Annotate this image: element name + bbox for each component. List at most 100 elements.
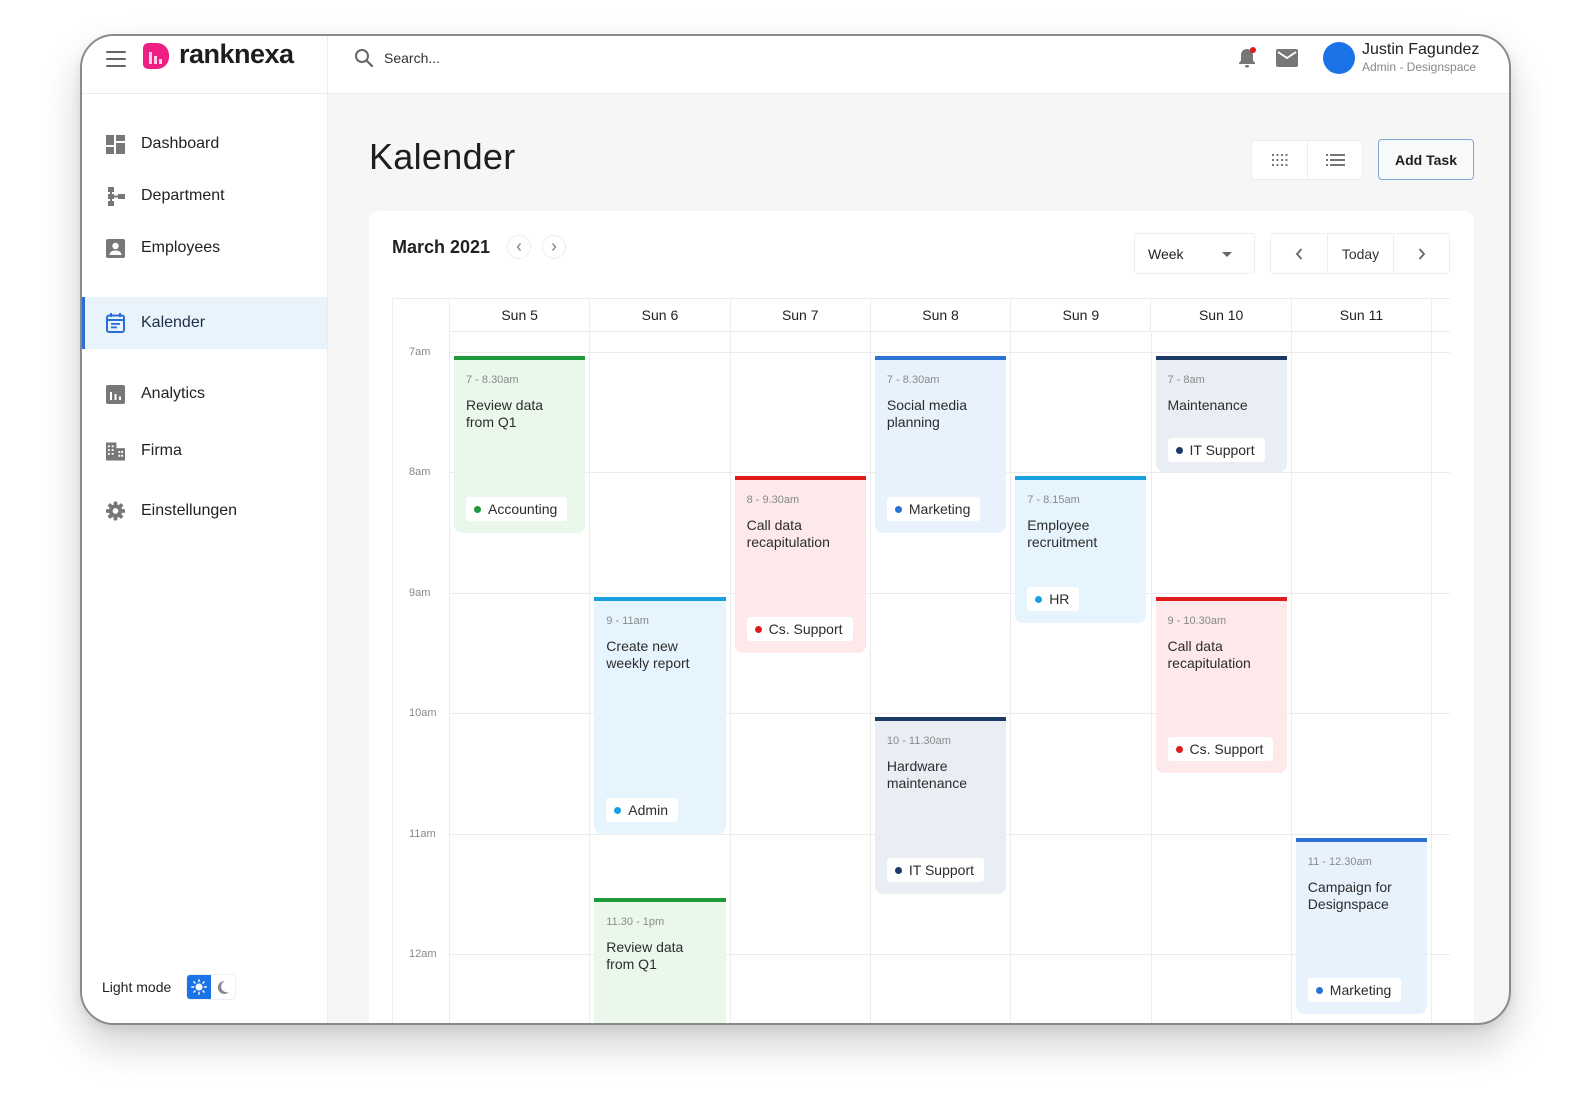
event-card[interactable]: 11.30 - 1pmReview data from Q1Accounting [594, 897, 726, 1023]
tag-label: IT Support [908, 861, 975, 878]
chevron-right-icon [551, 243, 557, 251]
day-header[interactable]: Sun 5 [450, 299, 591, 332]
building-icon [106, 441, 125, 461]
event-time: 7 - 8am [1167, 374, 1205, 386]
event-card[interactable]: 7 - 8.15am Employee recruitment HR [1015, 476, 1147, 623]
sidebar-item-employees[interactable]: Employees [82, 222, 327, 274]
mode-label: Light mode [102, 979, 172, 995]
mail-icon[interactable] [1276, 49, 1298, 67]
tag-label: Accounting [488, 500, 558, 517]
calendar-card: March 2021 Week Today Sun 5 Sun 6 Sun 7 … [369, 211, 1474, 1023]
department-icon [106, 186, 125, 206]
department-tag: IT Support [1167, 438, 1265, 463]
department-tag: Cs. Support [1167, 737, 1274, 762]
next-month-button[interactable] [542, 235, 566, 259]
event-title: Create new weekly report [606, 637, 690, 671]
column-divider [1150, 332, 1152, 1023]
tag-dot-icon [614, 806, 622, 814]
chevron-right-icon [1418, 247, 1425, 260]
tag-dot-icon [754, 625, 762, 633]
main-content: Kalender Add Task March 2021 Week Today … [329, 94, 1509, 1023]
dashboard-icon [106, 134, 125, 154]
sidebar-item-dashboard[interactable]: Dashboard [82, 118, 327, 170]
day-header[interactable]: Sun 8 [870, 299, 1012, 332]
user-role: Admin - Designspace [1362, 60, 1477, 74]
event-card[interactable]: 7 - 8am Maintenance IT Support [1155, 356, 1287, 473]
day-header[interactable]: Sun 7 [730, 299, 871, 332]
day-header-overflow [1432, 299, 1450, 332]
tag-label: Admin [628, 801, 668, 818]
event-time: 7 - 8.15am [1027, 494, 1080, 507]
sidebar-item-einstellungen[interactable]: Einstellungen [82, 485, 327, 537]
view-select-value: Week [1148, 245, 1184, 262]
employee-icon [106, 238, 125, 258]
event-card[interactable]: 9 - 11am Create new weekly report Admin [594, 596, 726, 834]
day-header[interactable]: Sun 10 [1151, 299, 1292, 332]
grid-view-button[interactable] [1252, 141, 1307, 179]
bell-icon[interactable] [1236, 46, 1258, 70]
event-card[interactable]: 8 - 9.30am Call data recapitulation Cs. Su… [734, 476, 866, 653]
chevron-left-icon [1295, 247, 1303, 260]
column-divider [589, 332, 591, 1023]
department-tag: Marketing [886, 496, 981, 521]
department-tag: HR [1027, 586, 1080, 611]
sidebar-item-label: Employees [141, 239, 221, 256]
avatar[interactable] [1323, 42, 1355, 74]
event-title: Hardware maintenance [886, 758, 968, 792]
grid-view-icon [1271, 154, 1287, 166]
add-task-button[interactable]: Add Task [1378, 139, 1474, 180]
chevron-left-icon [516, 243, 522, 251]
event-card[interactable]: 11 - 12.30am Campaign for Designspace Mark… [1295, 837, 1428, 1015]
event-card[interactable]: 9 - 10.30am Call data recapitulation Cs. S… [1155, 596, 1287, 774]
logo-icon [143, 43, 169, 69]
tag-label: HR [1049, 590, 1070, 607]
list-view-button[interactable] [1307, 141, 1362, 179]
gear-icon [106, 501, 125, 521]
today-button[interactable]: Today [1327, 234, 1393, 273]
brand-name: ranknexa [179, 39, 294, 69]
event-time: 8 - 9.30am [746, 494, 800, 507]
hour-line [450, 352, 1450, 353]
sidebar-item-department[interactable]: Department [82, 170, 327, 222]
theme-toggle[interactable] [187, 975, 236, 999]
event-card[interactable]: 7 - 8.30am Review data from Q1 Accounting [454, 356, 586, 533]
search-input[interactable] [384, 50, 684, 66]
sidebar-item-analytics[interactable]: Analytics [82, 368, 327, 420]
day-header[interactable]: Sun 6 [590, 299, 731, 332]
week-grid: Sun 5 Sun 6 Sun 7 Sun 8 Sun 9 Sun 10 Sun 11 7am… [392, 298, 1450, 1023]
hour-label: 7am [409, 346, 431, 358]
date-navigation: Today [1270, 233, 1450, 274]
department-tag: Marketing [1307, 978, 1402, 1003]
event-card[interactable]: 10 - 11.30am Hardware maintenance IT Suppo… [874, 717, 1007, 894]
tag-dot-icon [1175, 746, 1183, 754]
sidebar-item-firma[interactable]: Firma [82, 425, 327, 477]
sidebar-item-label: Einstellungen [141, 502, 238, 519]
prev-week-button[interactable] [1271, 234, 1327, 273]
light-mode-button[interactable] [187, 975, 212, 999]
day-header[interactable]: Sun 9 [1011, 299, 1152, 332]
sidebar-item-kalender[interactable]: Kalender [82, 297, 327, 349]
app-window: ranknexa Justin Fagundez Admin - Designs… [80, 34, 1511, 1025]
event-title: Call data recapitulation [1167, 637, 1251, 671]
dark-mode-button[interactable] [211, 975, 235, 999]
sun-icon [191, 979, 208, 995]
prev-month-button[interactable] [507, 235, 531, 259]
department-tag: Admin [606, 797, 678, 822]
hour-label: 12am [409, 948, 437, 960]
sidebar-item-label: Firma [141, 442, 182, 459]
view-select[interactable]: Week [1134, 233, 1255, 274]
next-week-button[interactable] [1393, 234, 1449, 273]
day-header[interactable]: Sun 11 [1291, 299, 1433, 332]
column-divider [1290, 332, 1292, 1023]
menu-icon[interactable] [106, 51, 126, 67]
column-divider [869, 332, 871, 1023]
sidebar-item-label: Department [141, 187, 225, 204]
event-title: Employee recruitment [1027, 517, 1098, 551]
event-title: Campaign for Designspace [1307, 878, 1392, 912]
analytics-icon [106, 384, 125, 404]
sidebar: Dashboard Department Employees Kalender … [82, 94, 328, 1023]
theme-mode: Light mode [102, 975, 236, 999]
tag-dot-icon [1175, 447, 1183, 455]
hour-label: 11am [409, 827, 436, 840]
event-card[interactable]: 7 - 8.30am Social media planning Marketing [874, 356, 1007, 533]
